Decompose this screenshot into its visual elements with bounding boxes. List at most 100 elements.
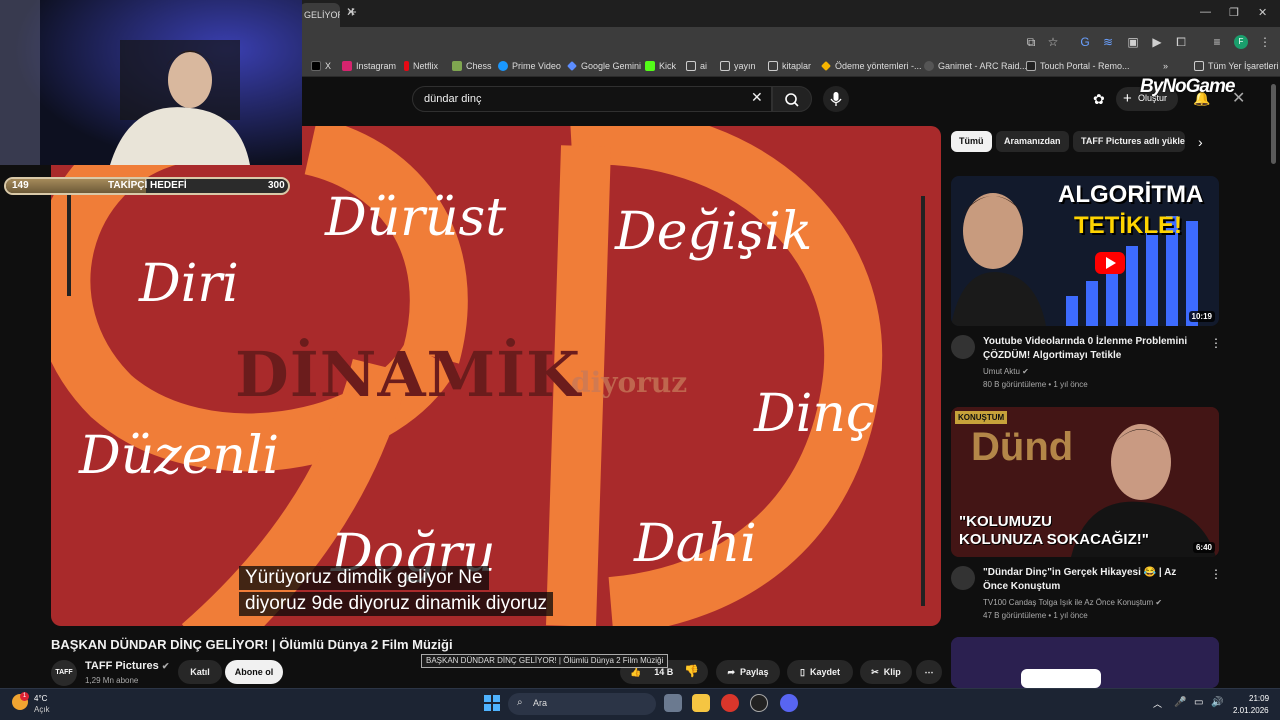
close-window-icon[interactable]: ✕	[1258, 6, 1267, 19]
channel-avatar[interactable]: TAFF	[51, 660, 77, 686]
search-input-value: dündar dinç	[424, 93, 482, 105]
rec-thumb-text-2b: KOLUNUZA SOKACAĞIZ!"	[959, 531, 1149, 548]
clip-button[interactable]: ✂ Klip	[860, 660, 912, 684]
chrome-icon[interactable]	[721, 694, 739, 712]
instagram-icon	[342, 61, 352, 71]
minimize-icon[interactable]: —	[1200, 6, 1211, 18]
folder-icon	[686, 61, 696, 71]
search-button[interactable]	[772, 86, 812, 112]
video-player[interactable]: Dürüst Diri Değişik Dinç Düzenli Doğru D…	[51, 126, 941, 626]
channel-name[interactable]: TAFF Pictures ✔	[85, 660, 169, 672]
account-avatar[interactable]: ✕	[1232, 88, 1245, 108]
menu-icon[interactable]: ⋮	[1258, 35, 1272, 49]
rec-thumbnail-2[interactable]: Dünd KONUŞTUM "KOLUMUZU KOLUNUZA SOKACAĞ…	[951, 407, 1219, 557]
volume-icon[interactable]: 🔊	[1211, 697, 1223, 708]
rec-channel-2[interactable]: TV100 Candaş Tolga Işık ile Az Önce Konu…	[983, 598, 1162, 607]
translate-icon[interactable]: G	[1078, 35, 1092, 49]
rec-channel-avatar-2[interactable]	[951, 566, 975, 590]
more-actions-button[interactable]: ⋯	[916, 660, 942, 684]
bookmark-star-icon[interactable]: ☆	[1046, 35, 1060, 49]
play-icon[interactable]: ▶	[1150, 35, 1164, 49]
subscribe-button[interactable]: Abone ol	[225, 660, 283, 684]
chevron-right-icon[interactable]: ›	[1198, 134, 1203, 150]
bookmark-folder-kitaplar[interactable]: kitaplar	[768, 61, 811, 71]
bookmark-ganimet[interactable]: Ganimet - ARC Raid...	[924, 61, 1027, 71]
clock-date[interactable]: 2.01.2026	[1233, 706, 1269, 715]
dislike-icon[interactable]: 👎	[684, 664, 699, 678]
file-explorer-icon[interactable]	[692, 694, 710, 712]
share-button[interactable]: ➦ Paylaş	[716, 660, 780, 684]
chip-from-search[interactable]: Aramanızdan	[996, 131, 1069, 152]
rec-thumbnail-3[interactable]	[951, 637, 1219, 688]
bookmark-chess[interactable]: Chess	[452, 61, 492, 71]
puzzle-icon[interactable]: ⧠	[1174, 35, 1188, 49]
all-bookmarks[interactable]: Tüm Yer İşaretleri	[1194, 61, 1279, 71]
bookmark-gemini[interactable]: Google Gemini	[567, 61, 641, 71]
rec-title-1[interactable]: Youtube Videolarında 0 İzlenme Problemin…	[983, 335, 1198, 363]
follower-target: 300	[268, 180, 285, 191]
media-icon[interactable]: ≡	[1210, 35, 1224, 49]
chess-icon	[452, 61, 462, 71]
windows-icon	[484, 695, 500, 711]
new-tab-icon[interactable]: +	[348, 4, 357, 21]
verified-icon: ✔	[1155, 598, 1163, 607]
network-icon[interactable]: ▭	[1194, 697, 1203, 708]
clock-time[interactable]: 21:09	[1249, 694, 1269, 703]
weather-badge: 1	[20, 692, 29, 701]
bookmark-prime-video[interactable]: Prime Video	[498, 61, 561, 71]
bookmark-netflix[interactable]: Netflix	[404, 61, 438, 71]
tray-chevron-icon[interactable]: ︿	[1153, 697, 1162, 710]
title-tooltip: BAŞKAN DÜNDAR DİNÇ GELİYOR! | Ölümlü Dün…	[421, 654, 669, 668]
bynogame-watermark: ByNoGame	[1140, 76, 1235, 97]
bookmark-touch-portal[interactable]: Touch Portal - Remo...	[1026, 61, 1130, 71]
rec-thumbnail-1[interactable]: ALGORİTMA TETİKLE! 10:19	[951, 176, 1219, 326]
share-icon: ➦	[727, 666, 735, 677]
bookmark-instagram[interactable]: Instagram	[342, 61, 396, 71]
word-dinc: Dinç	[754, 384, 875, 444]
folder-icon	[1194, 61, 1204, 71]
task-view-icon[interactable]	[664, 694, 682, 712]
start-button[interactable]	[484, 695, 500, 716]
extension-icon[interactable]: ▣	[1126, 35, 1140, 49]
clear-search-icon[interactable]: ✕	[751, 89, 763, 106]
subtitle-line-1: Yürüyoruz dimdik geliyor Ne	[239, 566, 489, 590]
bookmark-x[interactable]: X	[311, 61, 331, 71]
bookmark-odeme[interactable]: Ödeme yöntemleri -...	[821, 61, 922, 71]
bookmark-folder-ai[interactable]: ai	[686, 61, 707, 71]
microphone-tray-icon[interactable]: 🎤	[1174, 697, 1186, 708]
voice-search-button[interactable]	[823, 86, 849, 112]
save-button[interactable]: ▯ Kaydet	[787, 660, 853, 684]
bookmark-kick[interactable]: Kick	[645, 61, 676, 71]
obs-icon[interactable]	[750, 694, 768, 712]
follower-current: 149	[12, 180, 29, 191]
rec-channel-1[interactable]: Umut Aktu ✔	[983, 367, 1029, 376]
rec-menu-icon-1[interactable]: ⋮	[1210, 336, 1222, 350]
page-scrollbar[interactable]	[1271, 84, 1276, 164]
rec-menu-icon-2[interactable]: ⋮	[1210, 567, 1222, 581]
mic-icon	[830, 92, 842, 106]
taskbar-search[interactable]: ⌕ Ara	[508, 693, 656, 715]
chip-channel-uploads[interactable]: TAFF Pictures adlı yükle	[1073, 131, 1185, 152]
rec-thumb-text-2a: "KOLUMUZU	[959, 513, 1052, 530]
rec-channel-avatar-1[interactable]	[951, 335, 975, 359]
install-icon[interactable]: ⧉	[1024, 35, 1038, 49]
touch-portal-icon	[1026, 61, 1036, 71]
follower-goal-label: TAKİPÇİ HEDEFİ	[108, 180, 187, 191]
browser-tab[interactable]: GELİYOR	[300, 3, 340, 27]
video-title: BAŞKAN DÜNDAR DİNÇ GELİYOR! | Ölümlü Dün…	[51, 637, 453, 652]
discord-icon[interactable]	[780, 694, 798, 712]
chip-all[interactable]: Tümü	[951, 131, 992, 152]
extension-gear-icon[interactable]: ✿	[1093, 91, 1105, 108]
bookmark-folder-yayin[interactable]: yayın	[720, 61, 756, 71]
rec-meta-1: 80 B görüntüleme • 1 yıl önce	[983, 380, 1088, 389]
profile-avatar[interactable]: F	[1234, 35, 1248, 49]
bookmarks-overflow[interactable]: »	[1163, 61, 1168, 71]
audio-icon[interactable]: ≋	[1101, 35, 1115, 49]
rec-title-2[interactable]: "Dündar Dinç"in Gerçek Hikayesi 😂 | Az Ö…	[983, 566, 1198, 594]
search-icon	[785, 93, 799, 107]
tab-title: GELİYOR	[304, 10, 340, 20]
x-icon	[311, 61, 321, 71]
maximize-icon[interactable]: ❐	[1229, 6, 1239, 19]
word-degisik: Değişik	[615, 202, 813, 262]
join-button[interactable]: Katıl	[178, 660, 222, 684]
